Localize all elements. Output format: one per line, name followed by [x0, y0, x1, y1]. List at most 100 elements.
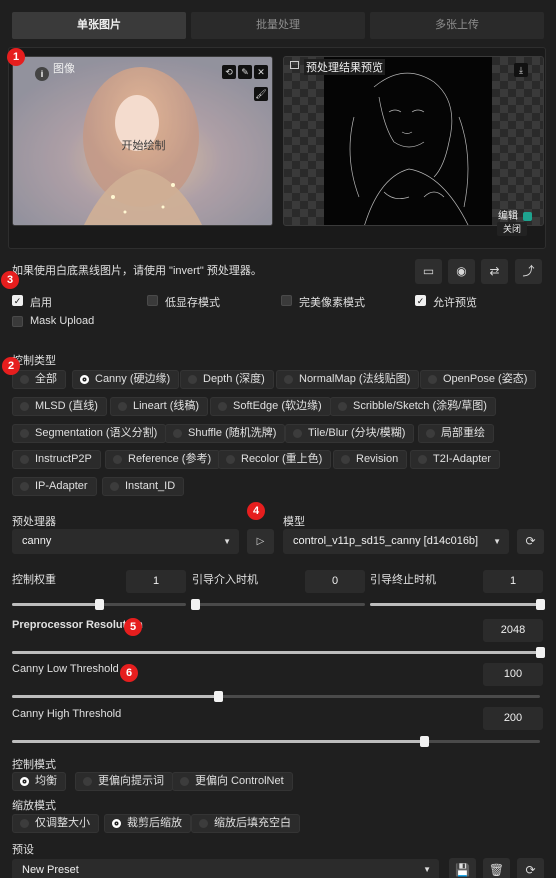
annotation-badge-4: 4	[247, 502, 265, 520]
canny-low-label: Canny Low Threshold	[12, 663, 119, 675]
guidance-end-input[interactable]: 1	[483, 570, 543, 593]
control-type-revision[interactable]: Revision	[333, 450, 408, 469]
canny-low-input[interactable]: 100	[483, 663, 543, 686]
canny-high-input[interactable]: 200	[483, 707, 543, 730]
refresh-models-button[interactable]: ⟳	[517, 529, 544, 554]
guidance-end-label: 引导终止时机	[370, 574, 436, 586]
control-type-reference[interactable]: Reference (参考)	[105, 450, 221, 469]
control-type-instant-id[interactable]: Instant_ID	[102, 477, 185, 496]
canny-high-slider[interactable]	[12, 736, 540, 747]
control-type-scribble[interactable]: Scribble/Sketch (涂鸦/草图)	[330, 397, 496, 416]
control-type-tile[interactable]: Tile/Blur (分块/模糊)	[285, 424, 415, 443]
brush-icon[interactable]: 🖌	[254, 87, 268, 101]
slider-thumb[interactable]	[536, 647, 545, 658]
allow-preview-checkbox[interactable]: ✓	[415, 295, 426, 306]
start-drawing-text: 开始绘制	[121, 140, 166, 152]
control-type-recolor[interactable]: Recolor (重上色)	[218, 450, 332, 469]
control-type-softedge[interactable]: SoftEdge (软边缘)	[210, 397, 331, 416]
preview-image-area: 预处理结果预览 ⤓ 编辑	[283, 56, 544, 226]
resize-mode-resize-fill[interactable]: 缩放后填充空白	[191, 814, 300, 833]
slider-thumb[interactable]	[95, 599, 104, 610]
slider-thumb[interactable]	[536, 599, 545, 610]
model-label: 模型	[283, 516, 305, 528]
preview-label: 预处理结果预览	[304, 59, 385, 75]
input-image-label: 图像	[53, 63, 75, 75]
canny-low-slider[interactable]	[12, 691, 540, 702]
slider-thumb[interactable]	[191, 599, 200, 610]
preprocessor-resolution-input[interactable]: 2048	[483, 619, 543, 642]
undo-icon[interactable]: ⟲	[222, 65, 236, 79]
low-vram-checkbox[interactable]	[147, 295, 158, 306]
model-select[interactable]: control_v11p_sd15_canny [d14c016b] ▼	[283, 529, 509, 554]
laptop-icon[interactable]: ▭	[415, 259, 442, 284]
control-type-shuffle[interactable]: Shuffle (随机洗牌)	[165, 424, 286, 443]
slider-thumb[interactable]	[419, 736, 429, 747]
control-type-inpaint[interactable]: 局部重绘	[418, 424, 494, 443]
edit-button[interactable]: 编辑	[498, 207, 532, 222]
edit-icon	[522, 211, 532, 221]
chevron-down-icon: ▼	[223, 537, 231, 546]
tab-multi-upload[interactable]: 多张上传	[370, 12, 544, 39]
enable-checkbox[interactable]: ✓	[12, 295, 23, 306]
close-preview-button[interactable]: 关闭	[497, 222, 527, 236]
close-icon[interactable]: ✕	[254, 65, 268, 79]
control-type-mlsd[interactable]: MLSD (直线)	[12, 397, 107, 416]
preset-select[interactable]: New Preset ▼	[12, 859, 439, 878]
delete-icon[interactable]: 🗑	[483, 858, 510, 878]
pixel-perfect-checkbox[interactable]	[281, 295, 292, 306]
control-type-lineart[interactable]: Lineart (线稿)	[110, 397, 209, 416]
image-icon	[290, 61, 299, 69]
annotation-badge-2: 2	[2, 357, 20, 375]
control-weight-slider[interactable]	[12, 599, 186, 610]
preset-label: 预设	[12, 844, 34, 856]
control-mode-balanced[interactable]: 均衡	[12, 772, 66, 791]
preprocessor-value: canny	[22, 535, 52, 547]
info-icon[interactable]: i	[35, 67, 49, 81]
guidance-end-slider[interactable]	[370, 599, 545, 610]
mask-upload-checkbox[interactable]	[12, 316, 23, 327]
allow-preview-label: 允许预览	[433, 297, 477, 309]
canny-high-label: Canny High Threshold	[12, 708, 122, 720]
preset-value: New Preset	[22, 864, 79, 876]
control-mode-controlnet[interactable]: 更偏向 ControlNet	[172, 772, 293, 791]
guidance-start-input[interactable]: 0	[305, 570, 365, 593]
pixel-perfect-label: 完美像素模式	[299, 297, 365, 309]
guidance-start-slider[interactable]	[191, 599, 365, 610]
invert-hint-text: 如果使用白底黑线图片，请使用 "invert" 预处理器。	[12, 265, 262, 277]
control-weight-input[interactable]: 1	[126, 570, 186, 593]
mask-upload-label: Mask Upload	[30, 315, 95, 327]
annotation-badge-5: 5	[124, 618, 142, 636]
control-weight-label: 控制权重	[12, 574, 56, 586]
eraser-icon[interactable]: ✎	[238, 65, 252, 79]
resize-mode-just-resize[interactable]: 仅调整大小	[12, 814, 99, 833]
control-type-t2i-adapter[interactable]: T2I-Adapter	[410, 450, 501, 469]
control-type-canny[interactable]: Canny (硬边缘)	[72, 370, 180, 389]
preview-image	[324, 57, 492, 225]
save-icon[interactable]: 💾	[449, 858, 476, 878]
low-vram-label: 低显存模式	[165, 297, 220, 309]
guidance-start-label: 引导介入时机	[192, 574, 258, 586]
send-dimensions-icon[interactable]: ⤴	[515, 259, 542, 284]
input-image-area[interactable]: 图像 i ⟲ ✎ ✕ 🖌 开始绘制	[12, 56, 273, 226]
preprocessor-resolution-slider[interactable]	[12, 647, 545, 658]
tab-single-image[interactable]: 单张图片	[12, 12, 186, 39]
webcam-icon[interactable]: ◉	[448, 259, 475, 284]
slider-thumb[interactable]	[213, 691, 223, 702]
swap-icon[interactable]: ⇄	[481, 259, 508, 284]
run-preprocessor-button[interactable]: ▷	[247, 529, 274, 554]
control-type-ip-adapter[interactable]: IP-Adapter	[12, 477, 97, 496]
control-type-normalmap[interactable]: NormalMap (法线贴图)	[276, 370, 420, 389]
control-type-depth[interactable]: Depth (深度)	[180, 370, 274, 389]
control-type-all[interactable]: 全部	[12, 370, 66, 389]
refresh-icon[interactable]: ⟳	[517, 858, 544, 878]
model-value: control_v11p_sd15_canny [d14c016b]	[293, 535, 479, 547]
resize-mode-crop-resize[interactable]: 裁剪后缩放	[104, 814, 191, 833]
control-type-openpose[interactable]: OpenPose (姿态)	[420, 370, 537, 389]
control-type-segmentation[interactable]: Segmentation (语义分割)	[12, 424, 167, 443]
download-icon[interactable]: ⤓	[514, 63, 528, 77]
tab-batch[interactable]: 批量处理	[191, 12, 365, 39]
control-mode-prompt[interactable]: 更偏向提示词	[75, 772, 173, 791]
control-type-instructp2p[interactable]: InstructP2P	[12, 450, 101, 469]
preprocessor-select[interactable]: canny ▼	[12, 529, 239, 554]
chevron-down-icon: ▼	[493, 537, 501, 546]
